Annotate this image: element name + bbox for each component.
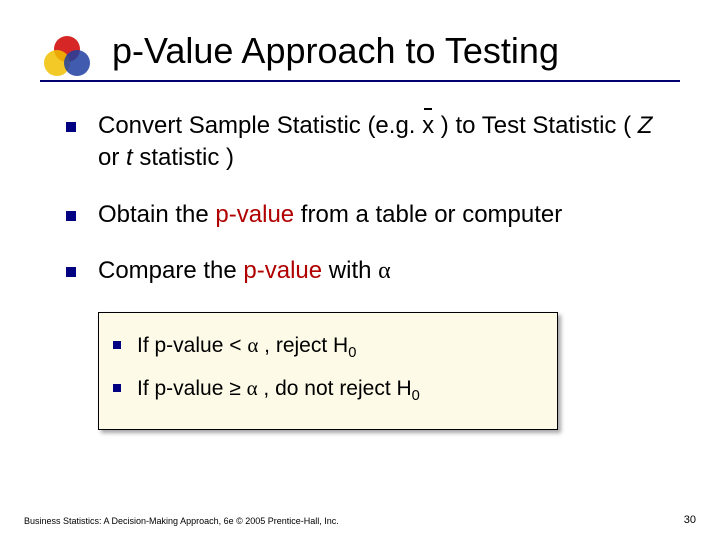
p-value-term: p-value bbox=[215, 201, 294, 228]
bullet-2: Obtain the p-value from a table or compu… bbox=[66, 199, 670, 231]
bullet-1: Convert Sample Statistic (e.g. x ) to Te… bbox=[66, 110, 670, 175]
t-symbol: t bbox=[126, 144, 133, 171]
z-symbol: Z bbox=[638, 112, 653, 139]
slide: p-Value Approach to Testing Convert Samp… bbox=[0, 0, 720, 540]
bullet-icon bbox=[66, 267, 76, 277]
subscript: 0 bbox=[412, 388, 420, 404]
slide-title: p-Value Approach to Testing bbox=[112, 30, 680, 72]
sub-bullet-text: If p-value ≥ α , do not reject H0 bbox=[137, 374, 543, 407]
text: If p-value < bbox=[137, 334, 247, 357]
logo-icon bbox=[44, 36, 94, 78]
bullet-text: Compare the p-value with α bbox=[98, 255, 670, 287]
alpha-symbol: α bbox=[247, 376, 258, 400]
text: , do not reject H bbox=[258, 377, 412, 400]
text: with bbox=[322, 257, 378, 284]
text: from a table or computer bbox=[294, 201, 562, 228]
text: Convert Sample Statistic (e.g. bbox=[98, 112, 422, 139]
text: or bbox=[98, 144, 126, 171]
bullet-icon bbox=[66, 211, 76, 221]
text: statistic ) bbox=[133, 144, 234, 171]
decision-box: If p-value < α , reject H0 If p-value ≥ … bbox=[98, 312, 558, 430]
bullet-icon bbox=[113, 341, 121, 349]
title-underline bbox=[40, 80, 680, 82]
slide-content: Convert Sample Statistic (e.g. x ) to Te… bbox=[66, 110, 670, 430]
text: Compare the bbox=[98, 257, 243, 284]
subscript: 0 bbox=[348, 345, 356, 361]
xbar-symbol: x bbox=[422, 110, 434, 142]
text: If p-value ≥ bbox=[137, 377, 247, 400]
sub-bullet-2: If p-value ≥ α , do not reject H0 bbox=[113, 374, 543, 407]
p-value-term: p-value bbox=[243, 257, 322, 284]
footer-citation: Business Statistics: A Decision-Making A… bbox=[24, 516, 339, 526]
sub-bullet-text: If p-value < α , reject H0 bbox=[137, 331, 543, 364]
alpha-symbol: α bbox=[378, 258, 391, 284]
bullet-icon bbox=[113, 384, 121, 392]
text: , reject H bbox=[258, 334, 348, 357]
bullet-text: Convert Sample Statistic (e.g. x ) to Te… bbox=[98, 110, 670, 175]
slide-number: 30 bbox=[684, 514, 696, 526]
sub-bullet-1: If p-value < α , reject H0 bbox=[113, 331, 543, 364]
text: ) to Test Statistic ( bbox=[434, 112, 638, 139]
alpha-symbol: α bbox=[247, 333, 258, 357]
bullet-3: Compare the p-value with α bbox=[66, 255, 670, 287]
bullet-icon bbox=[66, 122, 76, 132]
text: Obtain the bbox=[98, 201, 215, 228]
bullet-text: Obtain the p-value from a table or compu… bbox=[98, 199, 670, 231]
